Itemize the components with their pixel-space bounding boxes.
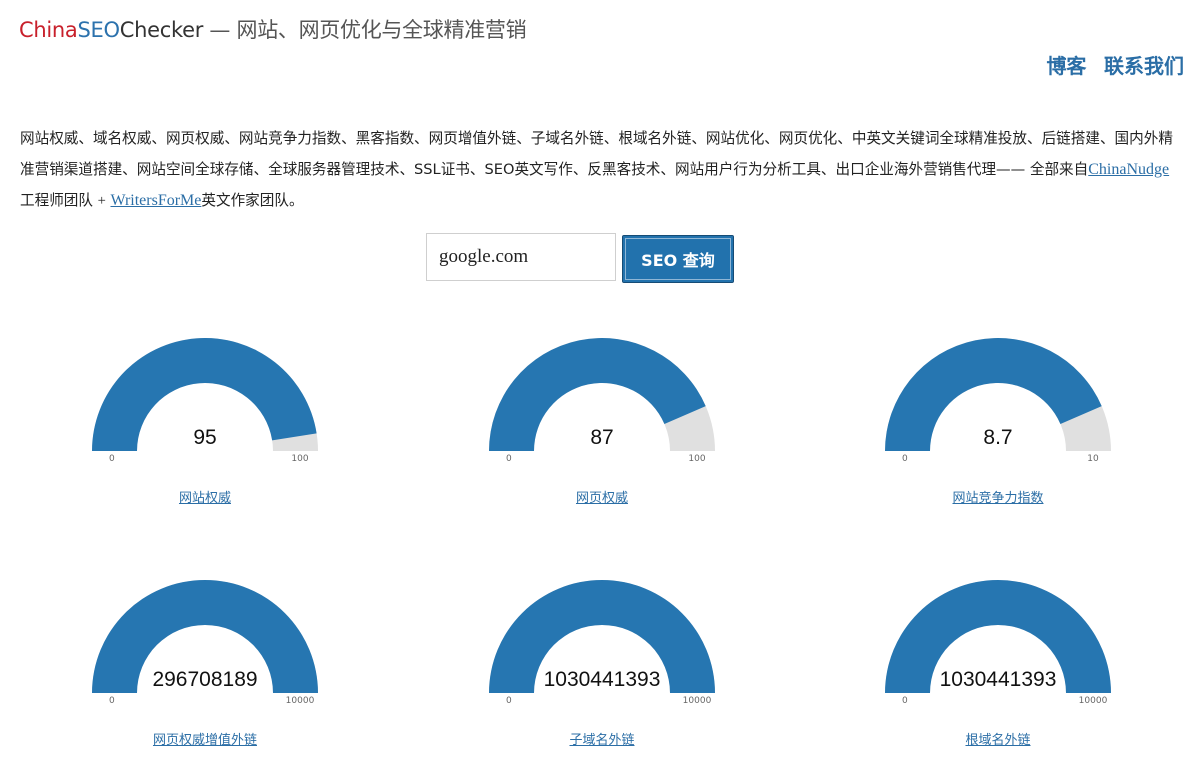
gauge-label: 根域名外链 — [878, 729, 1118, 748]
gauge-min: 0 — [902, 696, 908, 706]
gauge-value-text: 1030441393 — [541, 668, 663, 691]
gauge-subdomain-backlinks: 1030441393 0 10000 子域名外链 — [482, 580, 722, 750]
gauge-label-link[interactable]: 网站竞争力指数 — [952, 491, 1043, 506]
gauge-min: 0 — [506, 454, 512, 464]
gauge-site-competitiveness: 8.7 0 10 网站竞争力指数 — [878, 338, 1118, 508]
gauge-label-link[interactable]: 根域名外链 — [965, 733, 1030, 748]
gauge-value: 1030441393 — [878, 668, 1118, 692]
brand-seo: SEO — [77, 18, 121, 42]
gauge-max: 10000 — [1078, 696, 1108, 706]
top-nav: 博客 联系我们 — [1034, 50, 1184, 79]
chinanudge-link[interactable]: ChinaNudge — [1088, 161, 1169, 178]
gauge-label: 网页权威 — [482, 487, 722, 506]
site-brand[interactable]: ChinaSEOChecker — 网站、网页优化与全球精准营销 — [19, 17, 527, 43]
writersforme-link[interactable]: WritersForMe — [110, 192, 201, 209]
gauge-label: 子域名外链 — [482, 729, 722, 748]
brand-tagline: — 网站、网页优化与全球精准营销 — [203, 18, 527, 42]
gauge-max: 100 — [688, 454, 706, 464]
gauge-value-text: 8.7 — [981, 426, 1015, 449]
gauge-label-link[interactable]: 网站权威 — [179, 491, 231, 506]
gauge-value: 1030441393 — [482, 668, 722, 692]
intro-text: 网站权威、域名权威、网页权威、网站竞争力指数、黑客指数、网页增值外链、子域名外链… — [20, 130, 1173, 178]
brand-checker: Checker — [119, 18, 204, 42]
gauge-max: 10000 — [285, 696, 315, 706]
gauge-max: 100 — [291, 454, 309, 464]
nav-blog-link[interactable]: 博客 — [1046, 54, 1086, 78]
gauge-value-text: 87 — [588, 426, 616, 449]
intro-paragraph: 网站权威、域名权威、网页权威、网站竞争力指数、黑客指数、网页增值外链、子域名外链… — [20, 123, 1182, 217]
gauge-label: 网站竞争力指数 — [878, 487, 1118, 506]
domain-search-input[interactable] — [426, 233, 616, 281]
gauge-site-authority: 95 0 100 网站权威 — [85, 338, 325, 508]
intro-plus: + — [97, 193, 106, 209]
gauge-label-link[interactable]: 网页权威 — [576, 491, 628, 506]
gauge-value-text: 296708189 — [150, 668, 260, 691]
gauge-value: 8.7 — [878, 426, 1118, 450]
gauge-min: 0 — [109, 454, 115, 464]
gauge-value-text: 95 — [191, 426, 219, 449]
gauge-root-domain-backlinks: 1030441393 0 10000 根域名外链 — [878, 580, 1118, 750]
gauge-max: 10000 — [682, 696, 712, 706]
gauge-value-text: 1030441393 — [937, 668, 1059, 691]
gauge-label-link[interactable]: 子域名外链 — [569, 733, 634, 748]
gauge-label: 网页权威增值外链 — [85, 729, 325, 748]
gauge-label-link[interactable]: 网页权威增值外链 — [153, 733, 257, 748]
intro-mid: 工程师团队 — [20, 192, 98, 209]
gauge-label: 网站权威 — [85, 487, 325, 506]
gauge-min: 0 — [109, 696, 115, 706]
gauge-min: 0 — [902, 454, 908, 464]
gauge-max: 10 — [1087, 454, 1099, 464]
gauge-value: 87 — [482, 426, 722, 450]
gauge-value: 296708189 — [85, 668, 325, 692]
gauge-page-authority-backlinks: 296708189 0 10000 网页权威增值外链 — [85, 580, 325, 750]
seo-query-button[interactable]: SEO 查询 — [622, 235, 734, 283]
gauge-value: 95 — [85, 426, 325, 450]
gauge-min: 0 — [506, 696, 512, 706]
nav-contact-link[interactable]: 联系我们 — [1104, 54, 1184, 78]
gauge-page-authority: 87 0 100 网页权威 — [482, 338, 722, 508]
brand-china: China — [19, 18, 78, 42]
intro-end: 英文作家团队。 — [201, 192, 304, 209]
